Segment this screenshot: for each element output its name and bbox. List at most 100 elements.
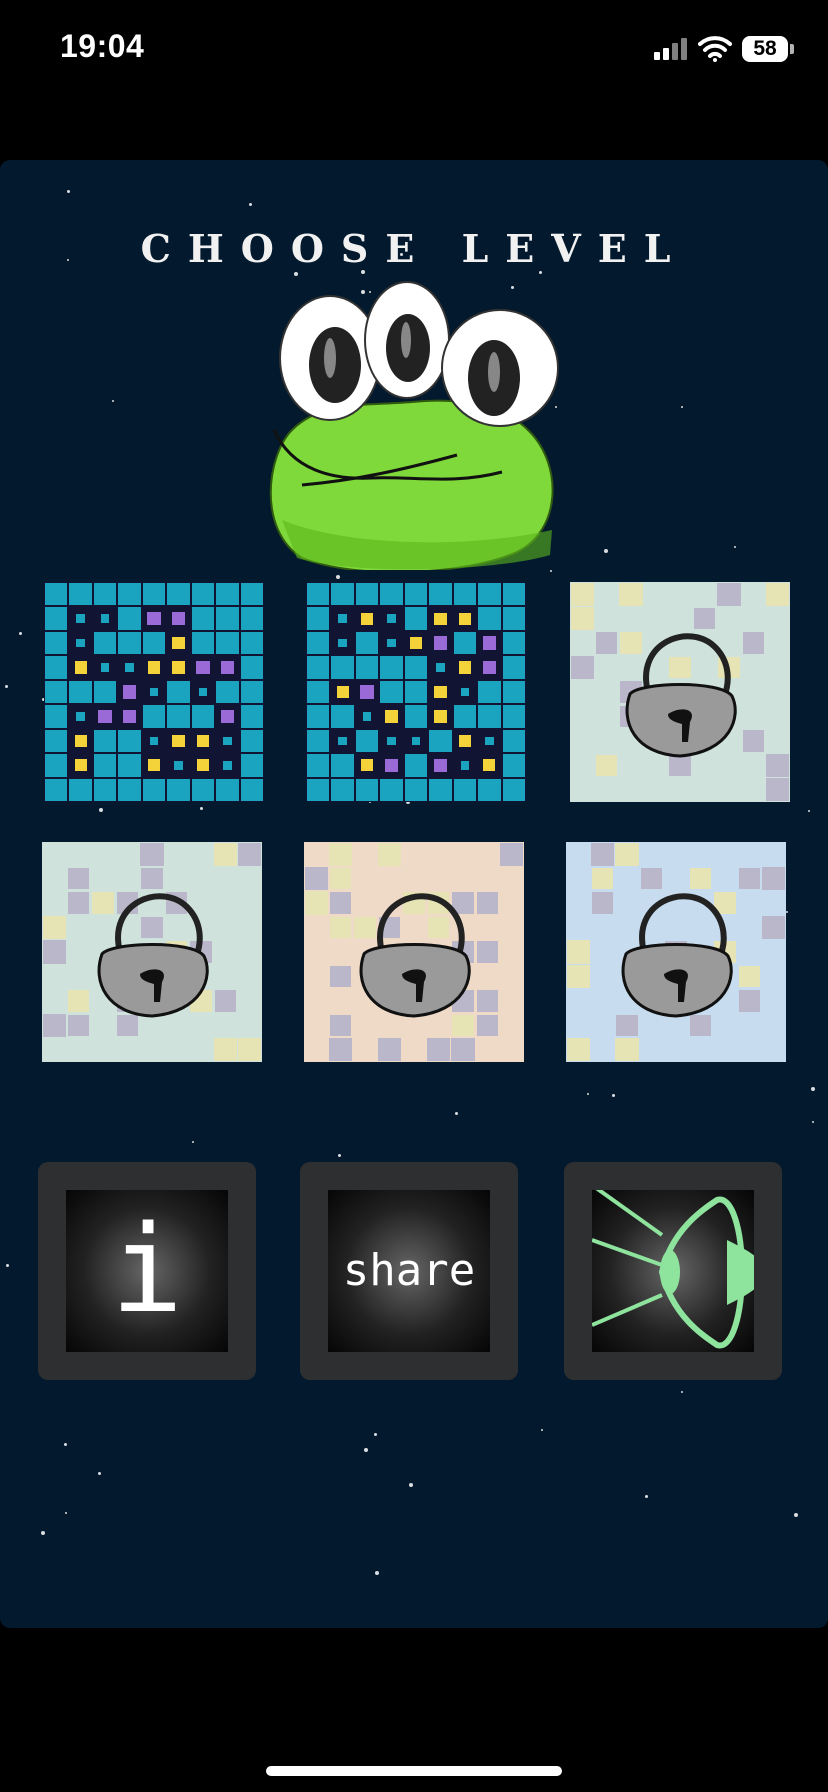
board-tile xyxy=(172,661,184,673)
star xyxy=(550,570,552,572)
level-6-tile-locked[interactable] xyxy=(566,842,786,1062)
padlock-icon xyxy=(616,882,736,1022)
board-tile xyxy=(192,583,214,605)
board-tile xyxy=(353,843,376,866)
board-tile xyxy=(94,730,116,752)
board-tile xyxy=(378,1038,401,1061)
board-tile xyxy=(405,583,427,605)
board-tile xyxy=(500,989,523,1012)
board-tile xyxy=(335,946,347,958)
game-panel: CHOOSE LEVEL i xyxy=(0,160,828,1628)
board-tile xyxy=(238,867,261,890)
board-tile xyxy=(238,916,261,939)
board-tile xyxy=(143,632,165,654)
board-tile xyxy=(94,681,116,703)
board-tile xyxy=(717,778,740,801)
board-tile xyxy=(500,843,523,866)
board-tile xyxy=(766,656,789,679)
board-tile xyxy=(459,735,471,747)
board-tile xyxy=(766,583,789,606)
board-tile xyxy=(571,729,594,752)
home-indicator[interactable] xyxy=(266,1766,562,1776)
board-tile xyxy=(478,607,500,629)
board-tile xyxy=(238,965,261,988)
board-tile xyxy=(405,754,427,776)
board-tile xyxy=(762,1014,785,1037)
level-3-tile-locked[interactable] xyxy=(570,582,790,802)
board-tile xyxy=(567,1014,590,1037)
board-tile xyxy=(485,737,494,746)
board-tile xyxy=(43,965,66,988)
star xyxy=(192,1141,194,1143)
level-5-tile-locked[interactable] xyxy=(304,842,524,1062)
board-tile xyxy=(307,705,329,727)
board-tile xyxy=(330,1015,351,1036)
board-tile xyxy=(94,779,116,801)
board-tile xyxy=(762,940,785,963)
board-tile xyxy=(192,779,214,801)
level-4-tile-locked[interactable] xyxy=(42,842,262,1062)
board-tile xyxy=(307,730,329,752)
board-tile xyxy=(215,1015,236,1036)
board-tile xyxy=(427,843,450,866)
star xyxy=(19,632,22,635)
board-tile xyxy=(118,754,140,776)
star xyxy=(587,1093,589,1095)
board-tile xyxy=(241,607,263,629)
board-tile xyxy=(305,891,328,914)
info-button[interactable]: i xyxy=(38,1162,256,1380)
board-tile xyxy=(118,730,140,752)
board-tile xyxy=(478,779,500,801)
board-tile xyxy=(503,632,525,654)
screen-title: CHOOSE LEVEL xyxy=(0,226,828,271)
board-tile xyxy=(478,681,500,703)
board-tile xyxy=(330,990,351,1011)
board-tile xyxy=(76,712,85,721)
board-tile xyxy=(601,686,613,698)
board-tile xyxy=(148,661,160,673)
board-tile xyxy=(478,705,500,727)
board-tile xyxy=(307,681,329,703)
star xyxy=(249,203,252,206)
board-tile xyxy=(461,688,470,697)
board-tile xyxy=(738,1038,761,1061)
board-tile xyxy=(762,843,785,866)
board-tile xyxy=(405,656,427,678)
board-tile xyxy=(140,843,163,866)
board-tile xyxy=(101,663,110,672)
board-tile xyxy=(477,868,498,889)
star xyxy=(336,575,340,579)
board-tile xyxy=(307,607,329,629)
board-tile xyxy=(434,710,446,722)
board-tile xyxy=(459,661,471,673)
board-tile xyxy=(429,779,451,801)
board-tile xyxy=(762,965,785,988)
board-tile xyxy=(503,583,525,605)
star xyxy=(99,808,103,812)
board-tile xyxy=(192,607,214,629)
level-1-tile[interactable] xyxy=(44,582,264,802)
board-tile xyxy=(591,1038,614,1061)
share-button[interactable]: share xyxy=(300,1162,518,1380)
wifi-icon xyxy=(698,34,732,62)
status-time: 19:04 xyxy=(60,28,144,65)
board-tile xyxy=(238,1038,261,1061)
board-tile xyxy=(592,892,613,913)
board-tile xyxy=(601,613,613,625)
level-2-tile[interactable] xyxy=(306,582,526,802)
board-tile xyxy=(429,583,451,605)
sound-button[interactable] xyxy=(564,1162,782,1380)
board-tile xyxy=(76,614,85,623)
board-tile xyxy=(762,1038,785,1061)
star xyxy=(681,1391,683,1393)
board-tile xyxy=(412,737,421,746)
board-tile xyxy=(592,868,613,889)
star xyxy=(364,1448,368,1452)
board-tile xyxy=(615,1038,638,1061)
board-tile xyxy=(356,632,378,654)
board-tile xyxy=(45,632,67,654)
board-tile xyxy=(640,1038,663,1061)
board-tile xyxy=(45,730,67,752)
board-tile xyxy=(43,916,66,939)
star xyxy=(541,1429,543,1431)
